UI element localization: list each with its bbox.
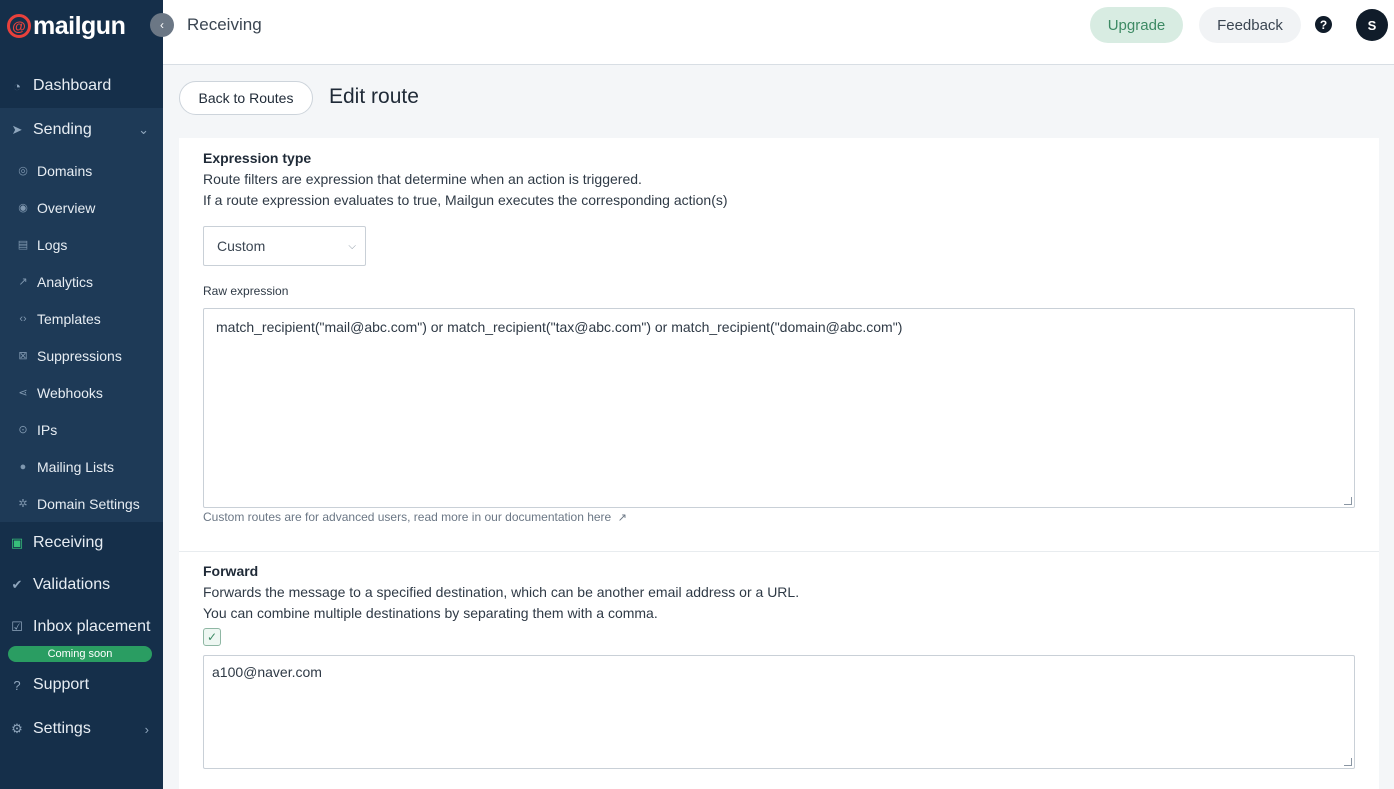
avatar[interactable]: S: [1356, 9, 1388, 41]
sidebar-item-overview[interactable]: ◉ Overview: [0, 189, 163, 226]
sidebar-item-label: Inbox placement: [33, 618, 151, 635]
brand-name: mailgun: [33, 11, 126, 40]
page-title: Edit route: [329, 85, 419, 108]
sidebar-item-label: Dashboard: [33, 77, 112, 94]
help-icon[interactable]: ?: [1315, 16, 1332, 33]
sidebar-item-inbox-placement[interactable]: ☑ Inbox placement: [0, 605, 163, 649]
share-icon: ⋖: [18, 387, 28, 399]
sidebar-item-ips[interactable]: ⊙ IPs: [0, 411, 163, 448]
mailgun-at-icon: @: [7, 14, 31, 38]
sidebar-item-settings[interactable]: ⚙ Settings ›: [0, 707, 163, 751]
sidebar: @ mailgun ◔ Dashboard ➤ Sending ⌄ ◎ Doma…: [0, 0, 163, 789]
chart-line-icon: ↗: [18, 276, 28, 288]
gear-icon: ⚙: [11, 721, 23, 736]
cog-icon: ✲: [18, 498, 28, 510]
resize-handle-icon[interactable]: [1344, 497, 1352, 505]
edit-route-card: Expression type Route filters are expres…: [179, 138, 1379, 789]
sidebar-item-support[interactable]: ? Support: [0, 663, 163, 707]
resize-handle-icon[interactable]: [1344, 758, 1352, 766]
person-icon: ●: [19, 460, 27, 473]
forward-desc-2: You can combine multiple destinations by…: [203, 605, 658, 621]
raw-expression-label: Raw expression: [203, 284, 289, 298]
sidebar-item-validations[interactable]: ✔ Validations: [0, 563, 163, 607]
expression-desc-2: If a route expression evaluates to true,…: [203, 192, 728, 208]
expression-type-select[interactable]: Custom ⌵: [203, 226, 366, 266]
coming-soon-badge: Coming soon: [8, 646, 152, 662]
forward-destination-value: a100@naver.com: [212, 664, 322, 680]
upgrade-button[interactable]: Upgrade: [1090, 7, 1183, 43]
sidebar-item-label: Analytics: [37, 273, 94, 290]
sidebar-item-label: IPs: [37, 421, 58, 438]
eye-icon: ◉: [18, 202, 28, 214]
paper-plane-icon: ➤: [11, 122, 23, 137]
sidebar-item-logs[interactable]: ▤ Logs: [0, 226, 163, 263]
section-divider: [179, 551, 1379, 552]
sending-subnav: ◎ Domains ◉ Overview ▤ Logs ↗ Analytics …: [0, 152, 163, 522]
forward-checkbox[interactable]: ✓: [203, 628, 221, 646]
checkmark-icon: ✓: [206, 630, 218, 644]
forward-destination-textarea[interactable]: a100@naver.com: [203, 655, 1355, 769]
chevron-right-icon: ›: [144, 721, 149, 737]
expression-desc-1: Route filters are expression that determ…: [203, 171, 642, 187]
sidebar-item-domains[interactable]: ◎ Domains: [0, 152, 163, 189]
sidebar-item-label: Webhooks: [37, 384, 103, 401]
sidebar-item-receiving[interactable]: ▣ Receiving: [0, 521, 163, 565]
collapse-sidebar-button[interactable]: ‹: [150, 13, 174, 37]
sidebar-item-label: Overview: [37, 199, 96, 216]
sidebar-item-label: Logs: [37, 236, 68, 253]
forward-title: Forward: [203, 563, 259, 579]
sidebar-item-label: Suppressions: [37, 347, 122, 364]
chevron-down-icon: ⌵: [348, 240, 356, 252]
user-check-icon: ✔: [11, 577, 23, 592]
sidebar-item-webhooks[interactable]: ⋖ Webhooks: [0, 374, 163, 411]
sidebar-item-suppressions[interactable]: ⊠ Suppressions: [0, 337, 163, 374]
code-icon: ‹›: [19, 312, 27, 325]
sidebar-item-domain-settings[interactable]: ✲ Domain Settings: [0, 485, 163, 522]
sidebar-item-label: Settings: [33, 720, 91, 737]
sidebar-item-label: Mailing Lists: [37, 458, 115, 475]
chevron-down-icon: ⌄: [138, 122, 149, 137]
back-to-routes-button[interactable]: Back to Routes: [179, 81, 313, 115]
block-icon: ⊠: [18, 350, 28, 362]
sidebar-item-dashboard[interactable]: ◔ Dashboard: [0, 64, 163, 108]
sidebar-item-label: Templates: [37, 310, 101, 327]
external-link-icon: ↗: [617, 512, 627, 524]
globe-icon: ◎: [18, 165, 28, 177]
expression-type-title: Expression type: [203, 150, 312, 166]
feedback-button[interactable]: Feedback: [1199, 7, 1301, 43]
forward-desc-1: Forwards the message to a specified dest…: [203, 584, 800, 600]
custom-routes-hint[interactable]: Custom routes are for advanced users, re…: [203, 510, 627, 524]
sidebar-item-label: Domains: [37, 162, 93, 179]
mailgun-logo[interactable]: @ mailgun: [7, 10, 126, 42]
question-icon: ?: [13, 677, 21, 693]
checkbox-icon: ☑: [11, 619, 23, 634]
sidebar-item-label: Domain Settings: [37, 495, 140, 512]
sidebar-item-analytics[interactable]: ↗ Analytics: [0, 263, 163, 300]
dashboard-icon: ◔: [13, 78, 21, 94]
sidebar-item-mailing-lists[interactable]: ● Mailing Lists: [0, 448, 163, 485]
hint-text: Custom routes are for advanced users, re…: [203, 510, 612, 524]
top-bar: ‹ Receiving Upgrade Feedback ? S: [150, 0, 1394, 65]
sidebar-item-sending[interactable]: ➤ Sending ⌄: [0, 108, 163, 152]
raw-expression-textarea[interactable]: match_recipient("mail@abc.com") or match…: [203, 308, 1355, 508]
raw-expression-value: match_recipient("mail@abc.com") or match…: [216, 319, 903, 335]
pin-icon: ⊙: [18, 424, 28, 436]
sidebar-item-label: Receiving: [33, 534, 104, 551]
inbox-icon: ▣: [10, 535, 24, 550]
document-icon: ▤: [17, 239, 29, 251]
page-section-title: Receiving: [187, 15, 262, 34]
sidebar-item-templates[interactable]: ‹› Templates: [0, 300, 163, 337]
sidebar-item-label: Support: [33, 676, 90, 693]
expression-type-value: Custom: [217, 238, 266, 254]
sidebar-item-label: Validations: [33, 576, 111, 593]
sidebar-item-label: Sending: [33, 121, 92, 138]
